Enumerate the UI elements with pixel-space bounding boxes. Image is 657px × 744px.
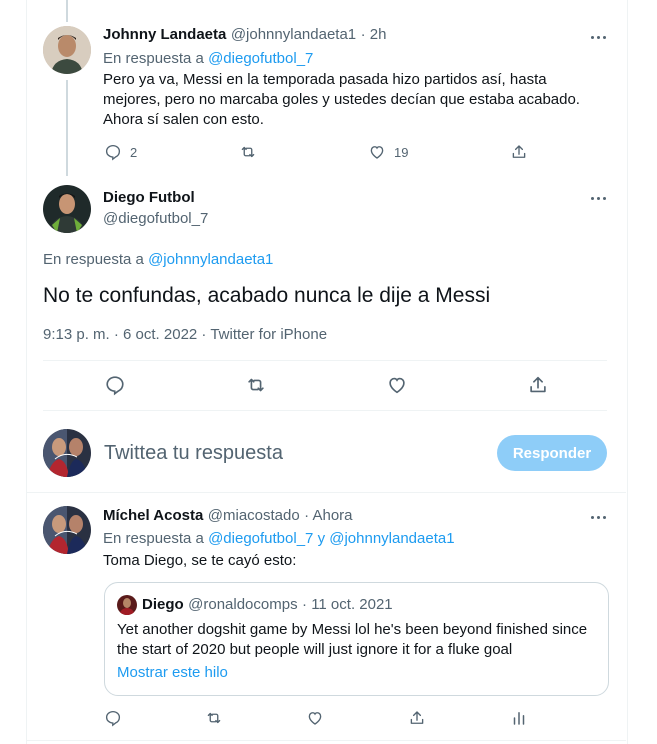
retweet-icon (241, 146, 255, 158)
reply2-replying-mention-1[interactable]: @diegofutbol_7 (208, 530, 313, 547)
avatar-diego-futbol[interactable] (43, 185, 91, 233)
quoted-avatar (117, 595, 137, 615)
reply2-header: Míchel Acosta @miacostado · Ahora (103, 507, 353, 525)
reply1-text: Pero ya va, Messi en la temporada pasada… (103, 71, 580, 128)
show-thread-link[interactable]: Mostrar este hilo (117, 664, 228, 681)
avatar-michel[interactable] (43, 506, 91, 554)
reply2-replying-mention-2[interactable]: @johnnylandaeta1 (329, 530, 454, 547)
reply1-reply-button[interactable]: 2 (104, 143, 137, 161)
avatar-current-user[interactable] (43, 429, 91, 477)
reply1-like-button[interactable]: 19 (368, 143, 408, 161)
reply1-share-button[interactable] (510, 143, 528, 161)
reply1-replying-to: En respuesta a @diegofutbol_7 (103, 50, 313, 67)
main-tweet-meta[interactable]: 9:13 p. m. · 6 oct. 2022 · Twitter for i… (43, 326, 327, 343)
main-share-button[interactable] (527, 374, 549, 396)
retweet-icon (248, 378, 264, 392)
reply-icon (105, 144, 121, 161)
quoted-text: Yet another dogshit game by Messi lol he… (117, 621, 588, 658)
reply-icon (105, 710, 121, 727)
reply1-timestamp[interactable]: · 2h (361, 26, 387, 43)
divider (26, 740, 626, 741)
avatar-johnny[interactable] (43, 26, 91, 74)
reply-composer-input[interactable]: Twittea tu respuesta (104, 442, 283, 465)
avatar-diego-futbol-image (43, 185, 91, 233)
quoted-timestamp: · 11 oct. 2021 (302, 596, 393, 613)
reply1-more-button[interactable] (589, 27, 609, 47)
main-replying-to: En respuesta a @johnnylandaeta1 (43, 251, 273, 268)
reply2-more-button[interactable] (589, 507, 609, 527)
main-author-handle[interactable]: @diegofutbol_7 (103, 210, 208, 227)
heart-icon (370, 146, 384, 159)
divider (43, 360, 607, 361)
reply2-retweet-button[interactable] (205, 709, 223, 727)
quoted-author-name: Diego (142, 596, 184, 613)
top-divider (26, 0, 626, 1)
reply1-replying-mention[interactable]: @diegofutbol_7 (208, 50, 313, 67)
reply2-timestamp[interactable]: · Ahora (304, 507, 352, 524)
retweet-icon (207, 712, 221, 724)
divider (43, 410, 607, 411)
main-more-button[interactable] (589, 188, 609, 208)
reply2-replying-to: En respuesta a @diegofutbol_7 y @johnnyl… (103, 530, 455, 547)
reply2-author-handle[interactable]: @miacostado (208, 507, 300, 524)
thread-line (66, 80, 68, 176)
reply2-like-button[interactable] (306, 709, 324, 727)
reply-submit-button[interactable]: Responder (497, 435, 607, 471)
main-reply-button[interactable] (104, 374, 126, 396)
reply2-analytics-button[interactable] (510, 709, 528, 727)
reply2-replying-and: y (317, 530, 326, 547)
reply2-text: Toma Diego, se te cayó esto: (103, 552, 297, 569)
main-replying-prefix: En respuesta a (43, 251, 144, 268)
reply1-author-name[interactable]: Johnny Landaeta (103, 26, 226, 43)
quoted-tweet[interactable]: Diego @ronaldocomps · 11 oct. 2021 Yet a… (104, 582, 609, 696)
thread-line-top (66, 0, 68, 22)
avatar-johnny-image (43, 26, 91, 74)
heart-icon (308, 712, 322, 725)
reply1-like-count: 19 (394, 144, 409, 160)
reply1-author-handle[interactable]: @johnnylandaeta1 (231, 26, 356, 43)
reply2-share-button[interactable] (408, 709, 426, 727)
avatar-current-user-image (43, 429, 91, 477)
reply2-reply-button[interactable] (104, 709, 122, 727)
heart-icon (389, 377, 405, 394)
share-icon (530, 376, 546, 393)
divider (26, 492, 626, 493)
main-retweet-button[interactable] (245, 374, 267, 396)
main-replying-mention[interactable]: @johnnylandaeta1 (148, 251, 273, 268)
reply1-retweet-button[interactable] (239, 143, 257, 161)
main-tweet-text: No te confundas, acabado nunca le dije a… (43, 284, 491, 307)
main-author-name[interactable]: Diego Futbol (103, 189, 195, 206)
share-icon (410, 711, 424, 724)
reply1-header: Johnny Landaeta @johnnylandaeta1 · 2h (103, 26, 386, 44)
analytics-icon (513, 712, 525, 725)
quoted-author-handle: @ronaldocomps (188, 596, 298, 613)
avatar-michel-image (43, 506, 91, 554)
main-like-button[interactable] (386, 374, 408, 396)
reply-icon (106, 376, 124, 396)
reply2-replying-prefix: En respuesta a (103, 530, 204, 547)
quoted-avatar-image (117, 595, 137, 615)
quoted-header: Diego @ronaldocomps · 11 oct. 2021 (142, 596, 393, 614)
share-icon (512, 145, 526, 158)
reply1-replying-prefix: En respuesta a (103, 50, 204, 67)
reply1-reply-count: 2 (130, 144, 138, 160)
reply2-author-name[interactable]: Míchel Acosta (103, 507, 203, 524)
